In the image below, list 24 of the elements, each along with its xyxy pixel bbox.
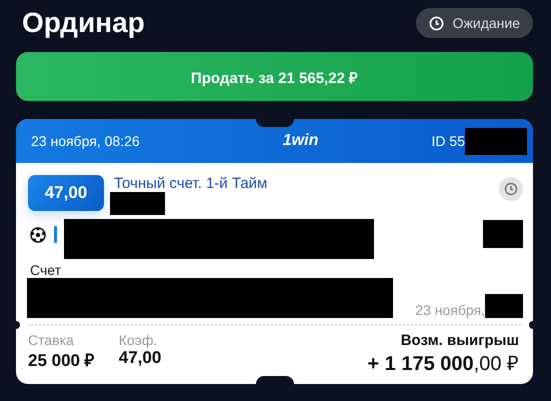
redacted-block <box>110 192 165 215</box>
brand-logo: 1win <box>282 132 318 150</box>
ticket-date: 23 ноября, 08:26 <box>31 133 140 149</box>
clock-icon <box>428 16 444 30</box>
market-title: Точный счет. 1-й Тайм <box>113 175 268 192</box>
redacted-block <box>485 294 523 318</box>
live-marker <box>54 226 57 243</box>
event-date: 23 ноября, <box>415 302 485 318</box>
sell-button[interactable]: Продать за 21 565,22 ₽ <box>16 52 533 101</box>
odds-badge: 47,00 <box>28 175 104 211</box>
ticket-id: ID 55 <box>432 133 465 149</box>
status-label: Ожидание <box>452 15 520 31</box>
coef-value: 47,00 <box>118 348 162 368</box>
soccer-ball-icon <box>30 227 46 243</box>
redacted-block <box>483 220 523 248</box>
win-label: Возм. выигрыш <box>400 332 519 349</box>
page-title: Ординар <box>21 7 145 39</box>
redacted-block <box>464 128 527 154</box>
stake-value: 25 000 ₽ <box>28 350 95 371</box>
stake-label: Ставка <box>28 332 75 348</box>
clock-icon[interactable] <box>499 177 523 201</box>
outcome-label: Счет <box>29 262 62 278</box>
coef-label: Коэф. <box>118 332 158 348</box>
win-amount: + 1 175 000,00 ₽ <box>367 352 519 376</box>
